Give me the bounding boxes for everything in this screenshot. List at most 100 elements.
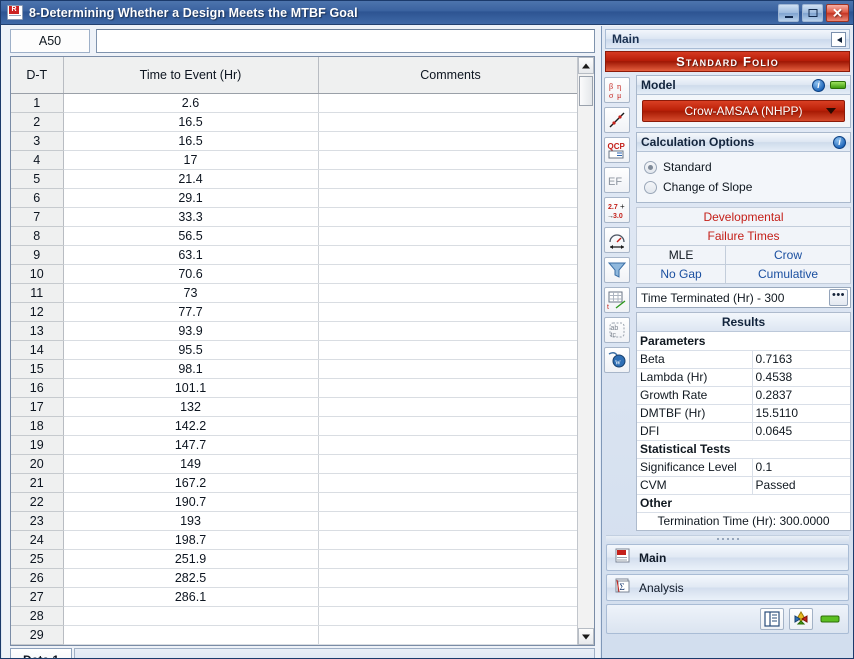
gauge-icon[interactable] [604, 227, 630, 253]
time-to-event-cell[interactable] [63, 644, 319, 645]
table-row[interactable]: 6 29.1 [11, 188, 577, 208]
time-to-event-cell[interactable]: 70.6 [63, 264, 319, 284]
comments-cell[interactable] [318, 207, 577, 227]
comments-cell[interactable] [318, 131, 577, 151]
comments-cell[interactable] [318, 416, 577, 436]
word-export-icon[interactable]: w [604, 347, 630, 373]
time-to-event-cell[interactable]: 142.2 [63, 416, 319, 436]
time-to-event-cell[interactable]: 167.2 [63, 473, 319, 493]
status-crow[interactable]: Crow [725, 245, 851, 265]
scrollbar-track[interactable] [578, 74, 594, 628]
time-to-event-cell[interactable]: 16.5 [63, 131, 319, 151]
time-to-event-cell[interactable]: 77.7 [63, 302, 319, 322]
sheet-tab-data1[interactable]: Data 1 [10, 648, 73, 658]
comments-cell[interactable] [318, 606, 577, 626]
time-to-event-cell[interactable]: 73 [63, 283, 319, 303]
table-row[interactable]: 16 101.1 [11, 378, 577, 398]
grid-plot-icon[interactable]: t [604, 287, 630, 313]
row-index-cell[interactable]: 9 [11, 245, 64, 265]
row-index-cell[interactable]: 26 [11, 568, 64, 588]
convert-units-icon[interactable]: 2.7 + → 3.0 [604, 197, 630, 223]
comments-cell[interactable] [318, 587, 577, 607]
time-to-event-cell[interactable]: 29.1 [63, 188, 319, 208]
green-status-icon[interactable] [830, 81, 846, 89]
time-to-event-cell[interactable]: 56.5 [63, 226, 319, 246]
time-to-event-cell[interactable]: 251.9 [63, 549, 319, 569]
comments-cell[interactable] [318, 359, 577, 379]
table-row[interactable]: 22 190.7 [11, 492, 577, 512]
time-to-event-cell[interactable]: 21.4 [63, 169, 319, 189]
abc-icon[interactable]: ab tc [604, 317, 630, 343]
row-index-cell[interactable]: 1 [11, 93, 64, 113]
table-row[interactable]: 1 2.6 [11, 93, 577, 113]
time-to-event-cell[interactable]: 190.7 [63, 492, 319, 512]
ellipsis-button[interactable]: ••• [829, 289, 848, 306]
filter-icon[interactable] [604, 257, 630, 283]
comments-cell[interactable] [318, 549, 577, 569]
time-to-event-cell[interactable]: 17 [63, 150, 319, 170]
plot-icon[interactable] [604, 107, 630, 133]
time-to-event-cell[interactable] [63, 606, 319, 626]
row-index-cell[interactable]: 6 [11, 188, 64, 208]
time-to-event-cell[interactable]: 198.7 [63, 530, 319, 550]
time-to-event-cell[interactable]: 282.5 [63, 568, 319, 588]
table-row[interactable]: 27 286.1 [11, 587, 577, 607]
table-row[interactable]: 20 149 [11, 454, 577, 474]
close-button[interactable]: ✕ [826, 4, 849, 22]
table-row[interactable]: 19 147.7 [11, 435, 577, 455]
row-index-cell[interactable]: 29 [11, 625, 64, 645]
comments-cell[interactable] [318, 112, 577, 132]
comments-cell[interactable] [318, 245, 577, 265]
table-row[interactable]: 4 17 [11, 150, 577, 170]
status-no-gap[interactable]: No Gap [635, 264, 727, 284]
time-to-event-cell[interactable]: 16.5 [63, 112, 319, 132]
time-to-event-cell[interactable]: 63.1 [63, 245, 319, 265]
table-row[interactable]: 30 [11, 644, 577, 645]
time-to-event-cell[interactable]: 101.1 [63, 378, 319, 398]
panel-splitter[interactable] [606, 535, 849, 542]
table-row[interactable]: 28 [11, 606, 577, 626]
row-index-cell[interactable]: 20 [11, 454, 64, 474]
status-mle[interactable]: MLE [635, 245, 727, 265]
radio-standard-indicator[interactable] [644, 160, 657, 174]
table-row[interactable]: 24 198.7 [11, 530, 577, 550]
comments-cell[interactable] [318, 340, 577, 360]
status-cumulative[interactable]: Cumulative [725, 264, 851, 284]
table-row[interactable]: 29 [11, 625, 577, 645]
row-index-cell[interactable]: 4 [11, 150, 64, 170]
comments-cell[interactable] [318, 435, 577, 455]
comments-cell[interactable] [318, 93, 577, 113]
table-row[interactable]: 7 33.3 [11, 207, 577, 227]
time-to-event-cell[interactable]: 98.1 [63, 359, 319, 379]
table-row[interactable]: 3 16.5 [11, 131, 577, 151]
grid-vertical-scrollbar[interactable] [577, 57, 594, 645]
scrollbar-thumb[interactable] [579, 76, 593, 106]
comments-cell[interactable] [318, 492, 577, 512]
comments-cell[interactable] [318, 568, 577, 588]
row-index-cell[interactable]: 11 [11, 283, 64, 303]
row-index-cell[interactable]: 3 [11, 131, 64, 151]
time-to-event-cell[interactable]: 286.1 [63, 587, 319, 607]
row-index-cell[interactable]: 17 [11, 397, 64, 417]
comments-cell[interactable] [318, 169, 577, 189]
row-index-cell[interactable]: 19 [11, 435, 64, 455]
comments-cell[interactable] [318, 226, 577, 246]
table-row[interactable]: 17 132 [11, 397, 577, 417]
table-row[interactable]: 18 142.2 [11, 416, 577, 436]
radio-change-of-slope-indicator[interactable] [644, 180, 657, 194]
info-icon[interactable]: i [812, 78, 825, 92]
comments-cell[interactable] [318, 473, 577, 493]
scroll-up-button[interactable] [578, 57, 594, 74]
time-to-event-cell[interactable]: 33.3 [63, 207, 319, 227]
status-failure-times[interactable]: Failure Times [636, 226, 851, 246]
table-row[interactable]: 11 73 [11, 283, 577, 303]
row-index-cell[interactable]: 24 [11, 530, 64, 550]
row-index-cell[interactable]: 13 [11, 321, 64, 341]
nav-item-main[interactable]: Main [606, 544, 849, 571]
row-index-cell[interactable]: 10 [11, 264, 64, 284]
table-row[interactable]: 21 167.2 [11, 473, 577, 493]
comments-cell[interactable] [318, 625, 577, 645]
cell-reference-box[interactable]: A50 [10, 29, 90, 53]
comments-cell[interactable] [318, 150, 577, 170]
comments-cell[interactable] [318, 302, 577, 322]
